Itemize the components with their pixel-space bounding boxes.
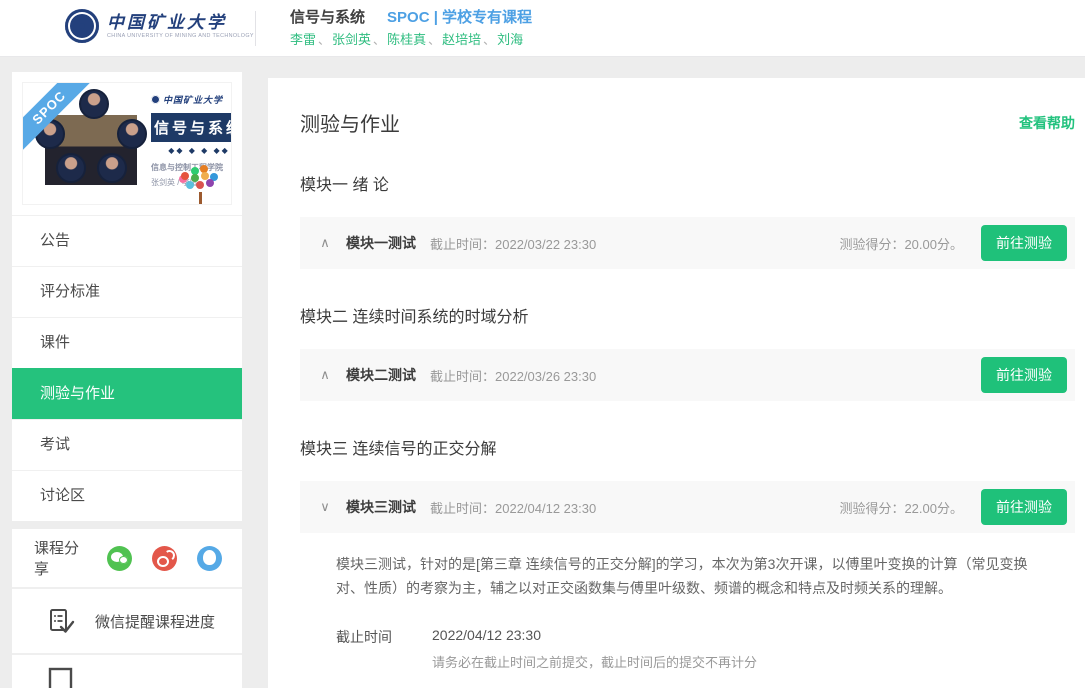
university-emblem-icon [151, 95, 160, 104]
sidebar-item-discussion[interactable]: 讨论区 [12, 470, 242, 521]
test-deadline: 截止时间：2022/03/22 23:30 [430, 234, 596, 253]
name-separator: 、 [428, 33, 440, 47]
university-emblem-icon [65, 9, 99, 43]
avatar [56, 153, 86, 183]
sidebar-menu: 公告 评分标准 课件 测验与作业 考试 讨论区 [12, 215, 242, 521]
university-name: 中国矿业大学 [107, 13, 270, 33]
page: 中国矿业大学 CHINA UNIVERSITY OF MINING AND TE… [0, 0, 1085, 688]
course-type-badge: SPOC | 学校专有课程 [387, 8, 532, 28]
test-name: 模块三测试 [346, 497, 416, 517]
qr-code-icon [48, 667, 74, 688]
view-help-link[interactable]: 查看帮助 [1019, 113, 1075, 133]
test-name: 模块二测试 [346, 365, 416, 385]
instructor-link[interactable]: 陈桂真 [387, 32, 426, 47]
test-description: 模块三测试，针对的是[第三章 连续信号的正交分解]的学习，本次为第3次开课，以傅… [336, 553, 1036, 601]
test-row[interactable]: ∧ 模块一测试 截止时间：2022/03/22 23:30 测验得分：20.00… [300, 217, 1075, 269]
module-heading: 模块一 绪 论 [300, 171, 1075, 195]
test-score: 测验得分：22.00分。 [839, 498, 963, 517]
detail-row-deadline: 截止时间 2022/04/12 23:30 请务必在截止时间之前提交，截止时间后… [336, 627, 1036, 671]
name-separator: 、 [483, 33, 495, 47]
sidebar-item-quizzes-homework[interactable]: 测验与作业 [12, 368, 242, 419]
module-heading: 模块二 连续时间系统的时域分析 [300, 303, 1075, 327]
course-share-row: 课程分享 [12, 529, 242, 587]
page-title: 测验与作业 [300, 108, 400, 137]
sidebar-item-grading-criteria[interactable]: 评分标准 [12, 266, 242, 317]
checklist-icon [48, 608, 75, 635]
avatar [79, 89, 109, 119]
sidebar-item-exams[interactable]: 考试 [12, 419, 242, 470]
detail-note: 请务必在截止时间之前提交，截止时间后的提交不再计分 [432, 652, 1036, 671]
cover-university-name: 中国矿业大学 [163, 93, 223, 106]
test-row[interactable]: ∧ 模块二测试 截止时间：2022/03/26 23:30 前往测验 [300, 349, 1075, 401]
module-section: 模块二 连续时间系统的时域分析 ∧ 模块二测试 截止时间：2022/03/26 … [300, 303, 1075, 401]
weibo-share-icon[interactable] [152, 546, 177, 571]
go-to-test-button[interactable]: 前往测验 [981, 357, 1067, 393]
module-section: 模块一 绪 论 ∧ 模块一测试 截止时间：2022/03/22 23:30 测验… [300, 171, 1075, 269]
wechat-reminder-item[interactable]: 微信提醒课程进度 [12, 589, 242, 653]
chevron-up-icon[interactable]: ∧ [318, 367, 332, 383]
qr-code-item[interactable] [12, 655, 242, 688]
sidebar: SPOC 中国矿业大学 信号与系统 ◆◆ ◆ ◆ ◆◆ 信息与控 [12, 72, 242, 688]
course-cover-image: SPOC 中国矿业大学 信号与系统 ◆◆ ◆ ◆ ◆◆ 信息与控 [22, 82, 232, 205]
name-separator: 、 [373, 33, 385, 47]
test-score: 测验得分：20.00分。 [839, 234, 963, 253]
avatar [117, 119, 147, 149]
sidebar-item-courseware[interactable]: 课件 [12, 317, 242, 368]
main-content: 测验与作业 查看帮助 模块一 绪 论 ∧ 模块一测试 截止时间：2022/03/… [268, 78, 1085, 688]
reminder-label: 微信提醒课程进度 [95, 611, 215, 632]
university-name-en: CHINA UNIVERSITY OF MINING AND TECHNOLOG… [107, 33, 254, 38]
qq-share-icon[interactable] [197, 546, 222, 571]
instructor-list: 李雷、张剑英、陈桂真、赵培培、刘海 [290, 30, 532, 50]
sidebar-item-announcements[interactable]: 公告 [12, 215, 242, 266]
test-details: 模块三测试，针对的是[第三章 连续信号的正交分解]的学习，本次为第3次开课，以傅… [300, 553, 1036, 688]
instructor-link[interactable]: 李雷 [290, 32, 316, 47]
share-label: 课程分享 [34, 537, 91, 579]
go-to-test-button[interactable]: 前往测验 [981, 489, 1067, 525]
instructor-link[interactable]: 张剑英 [332, 32, 371, 47]
detail-label: 截止时间 [336, 627, 432, 671]
test-deadline: 截止时间：2022/03/26 23:30 [430, 366, 596, 385]
tree-decoration [179, 166, 223, 204]
test-deadline: 截止时间：2022/04/12 23:30 [430, 498, 596, 517]
chevron-up-icon[interactable]: ∧ [318, 235, 332, 251]
go-to-test-button[interactable]: 前往测验 [981, 225, 1067, 261]
test-row[interactable]: ∨ 模块三测试 截止时间：2022/04/12 23:30 测验得分：22.00… [300, 481, 1075, 533]
chevron-down-icon[interactable]: ∨ [318, 499, 332, 515]
wechat-share-icon[interactable] [107, 546, 132, 571]
top-bar: 中国矿业大学 CHINA UNIVERSITY OF MINING AND TE… [0, 0, 1085, 57]
avatar [97, 153, 127, 183]
instructor-link[interactable]: 赵培培 [442, 32, 481, 47]
instructor-link[interactable]: 刘海 [497, 32, 523, 47]
course-title: 信号与系统 [290, 8, 365, 28]
test-name: 模块一测试 [346, 233, 416, 253]
waveform-decoration: ◆◆ ◆ ◆ ◆◆ [151, 146, 232, 155]
module-section: 模块三 连续信号的正交分解 ∨ 模块三测试 截止时间：2022/04/12 23… [300, 435, 1075, 688]
university-logo[interactable]: 中国矿业大学 CHINA UNIVERSITY OF MINING AND TE… [65, 9, 270, 43]
name-separator: 、 [318, 33, 330, 47]
cover-course-title: 信号与系统 [151, 113, 232, 142]
module-heading: 模块三 连续信号的正交分解 [300, 435, 1075, 459]
detail-value: 2022/04/12 23:30 [432, 627, 1036, 643]
header-divider [255, 11, 256, 46]
